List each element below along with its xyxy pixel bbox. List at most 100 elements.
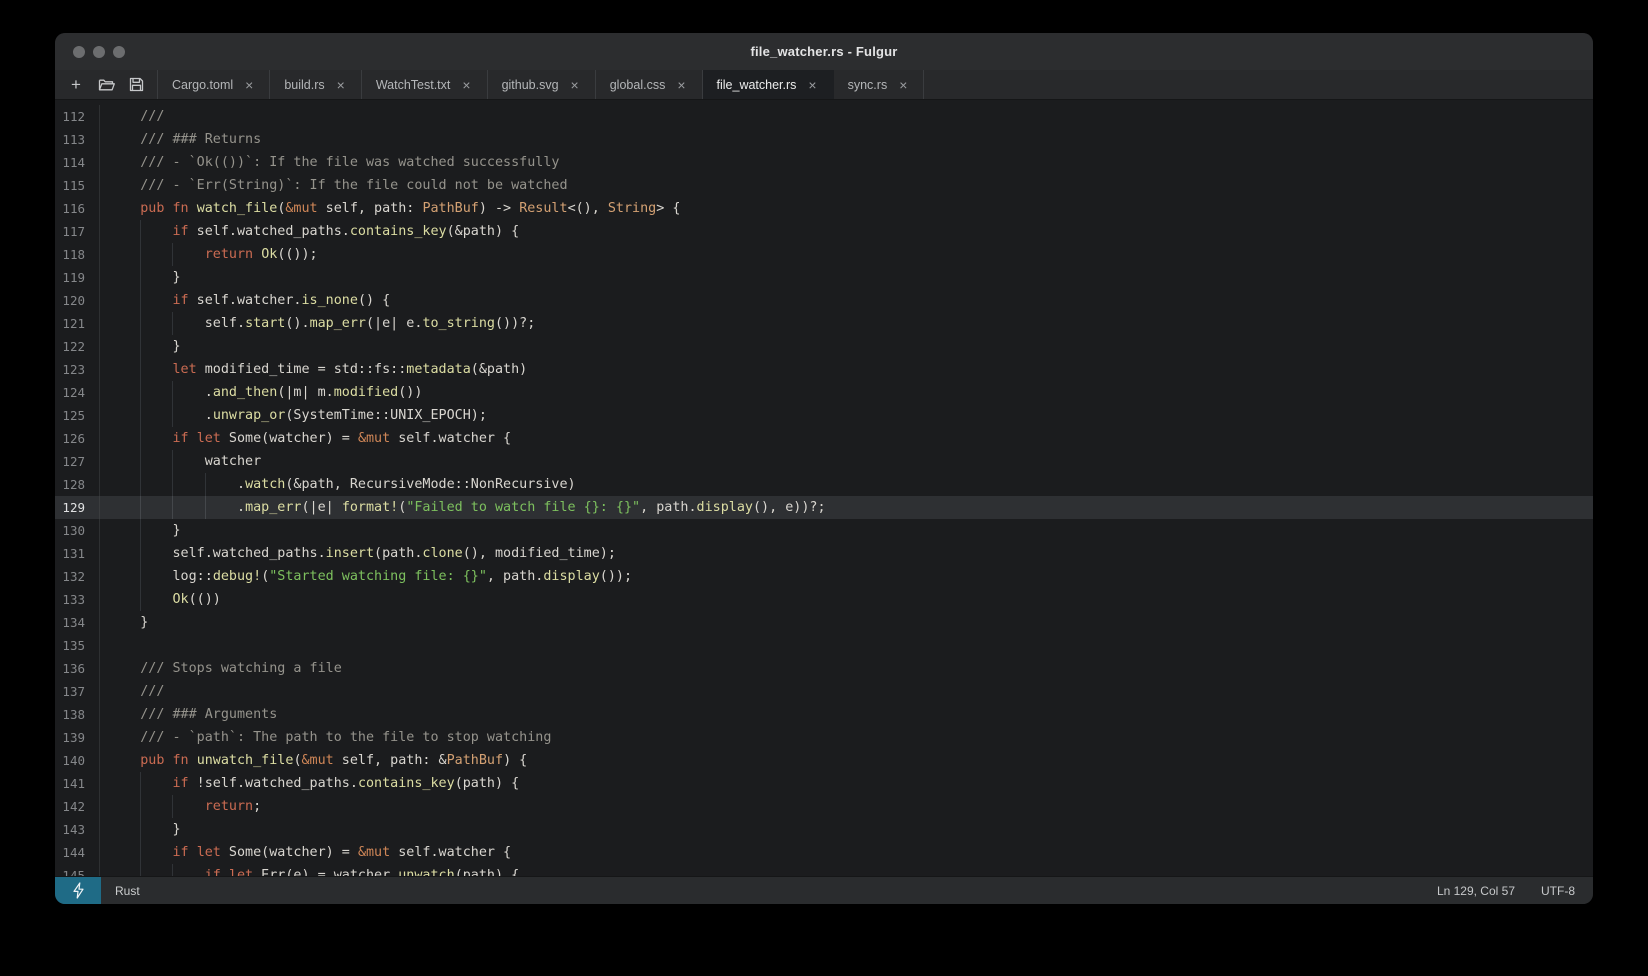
code-text: if self.watcher.is_none() {	[100, 289, 1593, 312]
status-right: Ln 129, Col 57 UTF-8	[1437, 884, 1593, 898]
code-text: /// - `Err(String)`: If the file could n…	[100, 174, 1593, 197]
code-line[interactable]: 138 /// ### Arguments	[55, 703, 1593, 726]
tab-build.rs[interactable]: build.rs×	[270, 70, 361, 99]
indent-guide	[140, 473, 141, 496]
close-tab-icon[interactable]: ×	[897, 77, 909, 93]
code-text: }	[100, 335, 1593, 358]
close-tab-icon[interactable]: ×	[335, 77, 347, 93]
code-line[interactable]: 116 pub fn watch_file(&mut self, path: P…	[55, 197, 1593, 220]
line-number: 132	[55, 565, 100, 588]
language-indicator[interactable]: Rust	[115, 884, 140, 898]
line-number: 141	[55, 772, 100, 795]
code-line[interactable]: 120 if self.watcher.is_none() {	[55, 289, 1593, 312]
code-line[interactable]: 112 ///	[55, 105, 1593, 128]
code-text: Ok(())	[100, 588, 1593, 611]
line-number: 118	[55, 243, 100, 266]
code-line[interactable]: 141 if !self.watched_paths.contains_key(…	[55, 772, 1593, 795]
close-tab-icon[interactable]: ×	[243, 77, 255, 93]
code-line[interactable]: 130 }	[55, 519, 1593, 542]
tab-Cargo.toml[interactable]: Cargo.toml ×	[158, 70, 270, 99]
code-text: /// - `path`: The path to the file to st…	[100, 726, 1593, 749]
tab-WatchTest.txt[interactable]: WatchTest.txt×	[362, 70, 488, 99]
indent-guide	[172, 795, 173, 818]
indent-guide	[205, 473, 206, 496]
line-number: 122	[55, 335, 100, 358]
code-line[interactable]: 122 }	[55, 335, 1593, 358]
code-line[interactable]: 127 watcher	[55, 450, 1593, 473]
encoding-indicator[interactable]: UTF-8	[1541, 884, 1575, 898]
code-line[interactable]: 145 if let Err(e) = watcher.unwatch(path…	[55, 864, 1593, 876]
tab-sync.rs[interactable]: sync.rs×	[834, 70, 925, 99]
code-line[interactable]: 129 .map_err(|e| format!("Failed to watc…	[55, 496, 1593, 519]
code-line[interactable]: 140 pub fn unwatch_file(&mut self, path:…	[55, 749, 1593, 772]
indent-guide	[140, 427, 141, 450]
code-line[interactable]: 118 return Ok(());	[55, 243, 1593, 266]
lightning-bolt-icon	[72, 882, 85, 899]
tab-toolbar: +	[55, 70, 158, 99]
indent-guide	[140, 588, 141, 611]
code-editor[interactable]: 112 ///113 /// ### Returns114 /// - `Ok(…	[55, 100, 1593, 876]
code-line[interactable]: 113 /// ### Returns	[55, 128, 1593, 151]
close-tab-icon[interactable]: ×	[806, 77, 818, 93]
line-number: 138	[55, 703, 100, 726]
line-number: 135	[55, 634, 100, 657]
code-text: .unwrap_or(SystemTime::UNIX_EPOCH);	[100, 404, 1593, 427]
code-line[interactable]: 133 Ok(())	[55, 588, 1593, 611]
indent-guide	[172, 473, 173, 496]
code-line[interactable]: 142 return;	[55, 795, 1593, 818]
line-number: 123	[55, 358, 100, 381]
code-line[interactable]: 124 .and_then(|m| m.modified())	[55, 381, 1593, 404]
code-text: /// ### Returns	[100, 128, 1593, 151]
open-folder-button[interactable]	[91, 70, 121, 99]
code-line[interactable]: 132 log::debug!("Started watching file: …	[55, 565, 1593, 588]
code-line[interactable]: 143 }	[55, 818, 1593, 841]
code-line[interactable]: 135	[55, 634, 1593, 657]
tab-label: file_watcher.rs	[717, 78, 797, 92]
indent-guide	[140, 266, 141, 289]
tab-bar: + Cargo.toml×build.rs×WatchTest.txt×gith…	[55, 70, 1593, 100]
line-number: 114	[55, 151, 100, 174]
indent-guide	[172, 496, 173, 519]
code-line[interactable]: 114 /// - `Ok(())`: If the file was watc…	[55, 151, 1593, 174]
code-line[interactable]: 144 if let Some(watcher) = &mut self.wat…	[55, 841, 1593, 864]
app-logo-badge[interactable]	[55, 877, 101, 904]
code-text	[100, 634, 1593, 657]
line-number: 115	[55, 174, 100, 197]
code-line[interactable]: 136 /// Stops watching a file	[55, 657, 1593, 680]
line-number: 142	[55, 795, 100, 818]
tab-label: Cargo.toml	[172, 78, 233, 92]
code-line[interactable]: 115 /// - `Err(String)`: If the file cou…	[55, 174, 1593, 197]
code-line[interactable]: 125 .unwrap_or(SystemTime::UNIX_EPOCH);	[55, 404, 1593, 427]
indent-guide	[140, 519, 141, 542]
line-number: 130	[55, 519, 100, 542]
code-text: self.watched_paths.insert(path.clone(), …	[100, 542, 1593, 565]
editor-window: file_watcher.rs - Fulgur + Cargo.toml×bu…	[55, 33, 1593, 904]
close-tab-icon[interactable]: ×	[460, 77, 472, 93]
code-line[interactable]: 137 ///	[55, 680, 1593, 703]
title-bar: file_watcher.rs - Fulgur	[55, 33, 1593, 70]
tab-github.svg[interactable]: github.svg×	[488, 70, 596, 99]
code-line[interactable]: 131 self.watched_paths.insert(path.clone…	[55, 542, 1593, 565]
close-tab-icon[interactable]: ×	[569, 77, 581, 93]
tab-file_watcher.rs[interactable]: file_watcher.rs ×	[703, 70, 834, 99]
window-title: file_watcher.rs - Fulgur	[55, 44, 1593, 59]
close-tab-icon[interactable]: ×	[675, 77, 687, 93]
code-line[interactable]: 123 let modified_time = std::fs::metadat…	[55, 358, 1593, 381]
save-button[interactable]	[121, 70, 151, 99]
tab-global.css[interactable]: global.css×	[596, 70, 703, 99]
cursor-position[interactable]: Ln 129, Col 57	[1437, 884, 1515, 898]
code-line[interactable]: 134 }	[55, 611, 1593, 634]
save-icon	[129, 77, 144, 92]
code-line[interactable]: 126 if let Some(watcher) = &mut self.wat…	[55, 427, 1593, 450]
new-file-button[interactable]: +	[61, 70, 91, 99]
code-line[interactable]: 119 }	[55, 266, 1593, 289]
line-number: 120	[55, 289, 100, 312]
code-line[interactable]: 128 .watch(&path, RecursiveMode::NonRecu…	[55, 473, 1593, 496]
line-number: 139	[55, 726, 100, 749]
code-line[interactable]: 139 /// - `path`: The path to the file t…	[55, 726, 1593, 749]
line-number: 133	[55, 588, 100, 611]
code-line[interactable]: 121 self.start().map_err(|e| e.to_string…	[55, 312, 1593, 335]
indent-guide	[140, 450, 141, 473]
line-number: 112	[55, 105, 100, 128]
code-line[interactable]: 117 if self.watched_paths.contains_key(&…	[55, 220, 1593, 243]
